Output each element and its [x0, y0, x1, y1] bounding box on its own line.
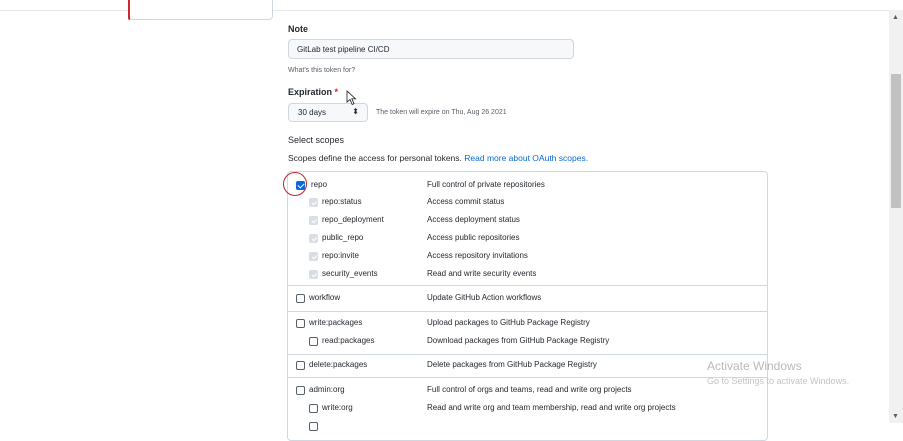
security-events-checkbox[interactable]	[309, 270, 318, 279]
write-org-checkbox[interactable]	[309, 404, 318, 413]
scope-name: repo	[311, 180, 328, 189]
scope-row-public-repo[interactable]: public_repo Access public repositories	[288, 230, 769, 248]
scope-desc: Download packages from GitHub Package Re…	[427, 336, 610, 345]
delete-packages-checkbox[interactable]	[296, 361, 305, 370]
admin-org-checkbox[interactable]	[296, 386, 305, 395]
scopes-intro: Scopes define the access for personal to…	[288, 153, 588, 163]
scope-row-admin-org[interactable]: admin:org Full control of orgs and teams…	[288, 382, 769, 400]
mouse-pointer-icon	[346, 90, 357, 106]
scope-desc: Read and write security events	[427, 269, 537, 278]
scope-desc: Upload packages to GitHub Package Regist…	[427, 318, 590, 327]
partial-checkbox[interactable]	[309, 422, 318, 431]
scope-row-delete-packages[interactable]: delete:packages Delete packages from Git…	[288, 357, 769, 375]
previous-field-partial	[128, 0, 273, 20]
scope-row-write-packages[interactable]: write:packages Upload packages to GitHub…	[288, 315, 769, 333]
scope-desc: Access public repositories	[427, 233, 520, 242]
expiration-selected-value: 30 days	[298, 108, 327, 117]
scope-divider	[288, 311, 767, 312]
scope-row-write-org[interactable]: write:org Read and write org and team me…	[288, 400, 769, 418]
scope-desc: Access repository invitations	[427, 251, 528, 260]
repo-invite-checkbox[interactable]	[309, 252, 318, 261]
scope-desc: Access deployment status	[427, 215, 520, 224]
scope-desc: Full control of orgs and teams, read and…	[427, 385, 632, 394]
scope-row-repo-deployment[interactable]: repo_deployment Access deployment status	[288, 212, 769, 230]
note-input[interactable]	[288, 39, 574, 59]
scope-desc: Read and write org and team membership, …	[427, 403, 676, 412]
oauth-scopes-link[interactable]: Read more about OAuth scopes.	[464, 153, 588, 163]
expiration-info-text: The token will expire on Thu, Aug 26 202…	[376, 109, 507, 116]
scope-divider	[288, 354, 767, 355]
expiration-label-text: Expiration	[288, 87, 333, 97]
scroll-up-icon[interactable]: ▲	[892, 14, 899, 21]
scope-desc: Update GitHub Action workflows	[427, 293, 542, 302]
scroll-down-icon[interactable]: ▼	[892, 413, 899, 420]
scope-name: repo:status	[322, 197, 362, 206]
scope-name: read:packages	[322, 336, 375, 345]
scope-row-workflow[interactable]: workflow Update GitHub Action workflows	[288, 290, 769, 308]
scope-divider	[288, 285, 767, 286]
scope-name: public_repo	[322, 233, 364, 242]
scope-name: security_events	[322, 269, 378, 278]
scrollbar-thumb[interactable]	[891, 74, 901, 208]
scope-divider	[288, 377, 767, 378]
select-arrows-icon: ⬍	[352, 107, 359, 116]
activate-windows-subtitle: Go to Settings to activate Windows.	[707, 376, 850, 386]
scope-row-read-packages[interactable]: read:packages Download packages from Git…	[288, 333, 769, 351]
scope-name: repo:invite	[322, 251, 359, 260]
write-packages-checkbox[interactable]	[296, 319, 305, 328]
note-label: Note	[288, 24, 308, 34]
expiration-label: Expiration *	[288, 87, 338, 97]
vertical-scrollbar[interactable]: ▲ ▼	[889, 10, 903, 423]
scope-row-repo-invite[interactable]: repo:invite Access repository invitation…	[288, 248, 769, 266]
scope-name: write:org	[322, 403, 353, 412]
scope-desc: Access commit status	[427, 197, 505, 206]
scope-row-cut-off	[288, 418, 769, 436]
scope-desc: Full control of private repositories	[427, 180, 545, 189]
select-scopes-heading: Select scopes	[288, 135, 345, 145]
scope-name: workflow	[309, 293, 341, 302]
public-repo-checkbox[interactable]	[309, 234, 318, 243]
repo-deployment-checkbox[interactable]	[309, 216, 318, 225]
scope-name: admin:org	[309, 385, 345, 394]
required-mark: *	[334, 87, 339, 97]
scope-name: delete:packages	[309, 360, 368, 369]
scope-row-security-events[interactable]: security_events Read and write security …	[288, 266, 769, 284]
scopes-list: repo Full control of private repositorie…	[287, 171, 768, 441]
scope-row-repo-status[interactable]: repo:status Access commit status	[288, 194, 769, 212]
workflow-checkbox[interactable]	[296, 294, 305, 303]
read-packages-checkbox[interactable]	[309, 337, 318, 346]
note-help-text: What's this token for?	[288, 67, 356, 74]
repo-status-checkbox[interactable]	[309, 198, 318, 207]
scopes-intro-text: Scopes define the access for personal to…	[288, 153, 462, 163]
scope-desc: Delete packages from GitHub Package Regi…	[427, 360, 597, 369]
scope-name: write:packages	[309, 318, 363, 327]
scope-row-repo[interactable]: repo Full control of private repositorie…	[288, 177, 769, 195]
activate-windows-title: Activate Windows	[707, 359, 802, 373]
scope-name: repo_deployment	[322, 215, 384, 224]
annotation-circle	[283, 172, 307, 196]
